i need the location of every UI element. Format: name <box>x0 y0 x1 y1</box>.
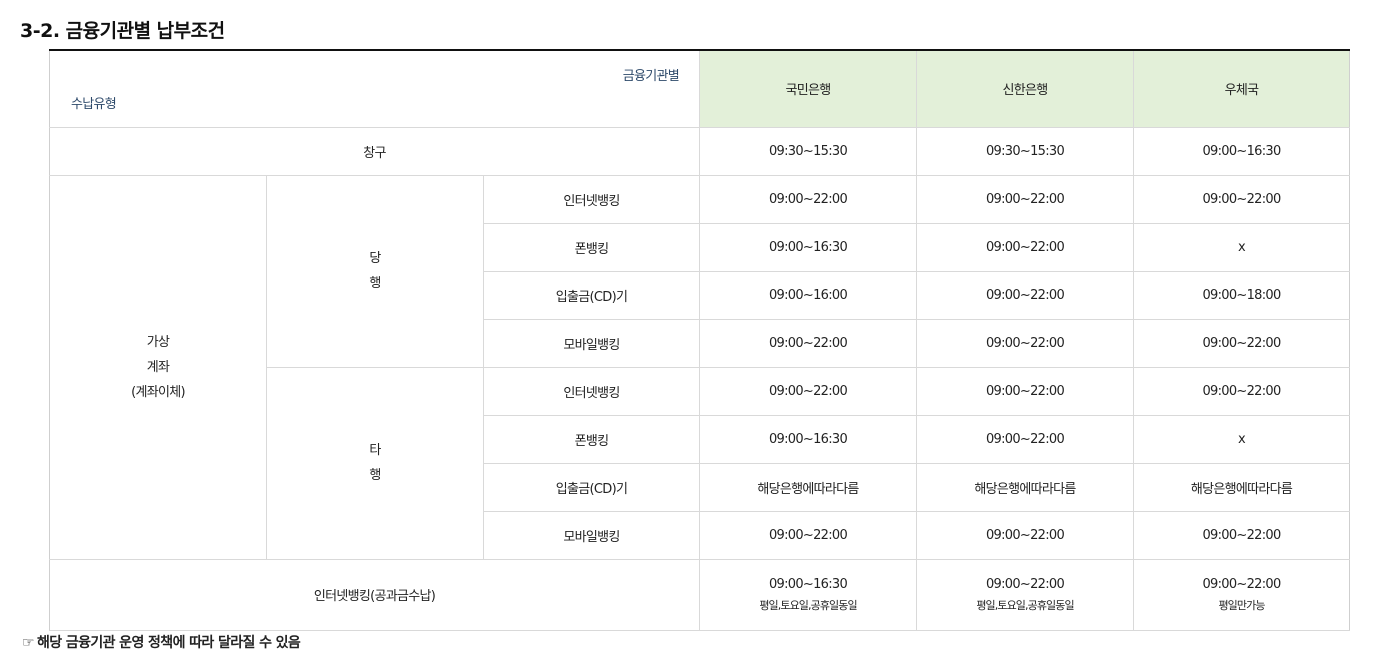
footnote: ☞ 해당 금융기관 운영 정책에 따라 달라질 수 있음 <box>22 633 301 653</box>
channel-label: 폰뱅킹 <box>482 222 701 272</box>
table-cell: 09:00~18:00 <box>1133 270 1351 320</box>
table-cell: 09:00~22:00 <box>699 174 918 224</box>
table-cell: 09:00~22:00 <box>916 414 1135 464</box>
table-cell: 09:00~22:00 <box>699 366 918 416</box>
table-cell: 09:00~22:00 <box>916 510 1135 560</box>
table-cell: 09:00~22:00 <box>916 270 1135 320</box>
table-cell: 해당은행에따라다름 <box>1133 462 1351 512</box>
table-row: 창구 09:30~15:30 09:30~15:30 09:00~16:30 <box>48 126 1351 176</box>
institution-axis-label: 금융기관별 <box>622 69 680 84</box>
table-cell: 09:00~16:30 <box>1133 126 1351 176</box>
table-cell: 09:00~22:00 <box>699 318 918 368</box>
table-cell: 09:00~16:30 평일,토요일,공휴일동일 <box>699 558 918 631</box>
table-cell: 09:00~22:00 <box>916 366 1135 416</box>
table-cell: 09:00~22:00 <box>1133 510 1351 560</box>
table-cell: 09:00~22:00 <box>916 222 1135 272</box>
bank-header-postoffice: 우체국 <box>1133 49 1351 128</box>
window-label: 창구 <box>48 126 701 176</box>
channel-label: 모바일뱅킹 <box>482 318 701 368</box>
virtual-account-label: 가상 계좌 (계좌이체) <box>49 174 267 560</box>
table-cell: x <box>1133 414 1351 464</box>
channel-label: 폰뱅킹 <box>482 414 701 464</box>
table-row: 인터넷뱅킹(공과금수납) 09:00~16:30 평일,토요일,공휴일동일 09… <box>48 558 1351 631</box>
table-cell: 해당은행에따라다름 <box>916 462 1135 512</box>
channel-label: 인터넷뱅킹 <box>482 174 701 224</box>
table-cell: 09:00~22:00 <box>916 174 1135 224</box>
table-cell: 09:00~22:00 <box>699 510 918 560</box>
table-cell: 09:00~22:00 <box>1133 318 1351 368</box>
payment-type-axis-label: 수납유형 <box>71 97 117 112</box>
public-payment-label: 인터넷뱅킹(공과금수납) <box>48 558 701 631</box>
table-cell: 09:00~22:00 평일만가능 <box>1133 558 1351 631</box>
table-cell: 09:30~15:30 <box>699 126 918 176</box>
table-cell: 09:00~22:00 평일,토요일,공휴일동일 <box>916 558 1135 631</box>
table-cell: 09:30~15:30 <box>916 126 1135 176</box>
other-bank-label: 타 행 <box>266 366 484 560</box>
payment-conditions-table: 금융기관별 수납유형 국민은행 신한은행 우체국 창구 09:30~15:30 … <box>48 49 1351 631</box>
section-title: 3-2. 금융기관별 납부조건 <box>20 20 225 42</box>
table-cell: 09:00~16:30 <box>699 222 918 272</box>
table-cell: 09:00~16:00 <box>699 270 918 320</box>
channel-label: 입출금(CD)기 <box>482 462 701 512</box>
table-cell: x <box>1133 222 1351 272</box>
table-cell: 09:00~16:30 <box>699 414 918 464</box>
bank-header-shinhan: 신한은행 <box>916 49 1135 128</box>
corner-header-cell: 금융기관별 수납유형 <box>48 49 701 128</box>
own-bank-label: 당 행 <box>266 174 484 368</box>
channel-label: 입출금(CD)기 <box>482 270 701 320</box>
table-cell: 해당은행에따라다름 <box>699 462 918 512</box>
table-cell: 09:00~22:00 <box>1133 366 1351 416</box>
table-cell: 09:00~22:00 <box>916 318 1135 368</box>
bank-header-kookmin: 국민은행 <box>699 49 918 128</box>
table-header-row: 금융기관별 수납유형 국민은행 신한은행 우체국 <box>48 49 1351 128</box>
channel-label: 모바일뱅킹 <box>482 510 701 560</box>
pointing-hand-icon: ☞ <box>22 635 35 651</box>
channel-label: 인터넷뱅킹 <box>482 366 701 416</box>
table-row: 가상 계좌 (계좌이체) 당 행 인터넷뱅킹 09:00~22:00 09:00… <box>49 174 1351 560</box>
footnote-text: 해당 금융기관 운영 정책에 따라 달라질 수 있음 <box>36 635 301 651</box>
table-cell: 09:00~22:00 <box>1133 174 1351 224</box>
